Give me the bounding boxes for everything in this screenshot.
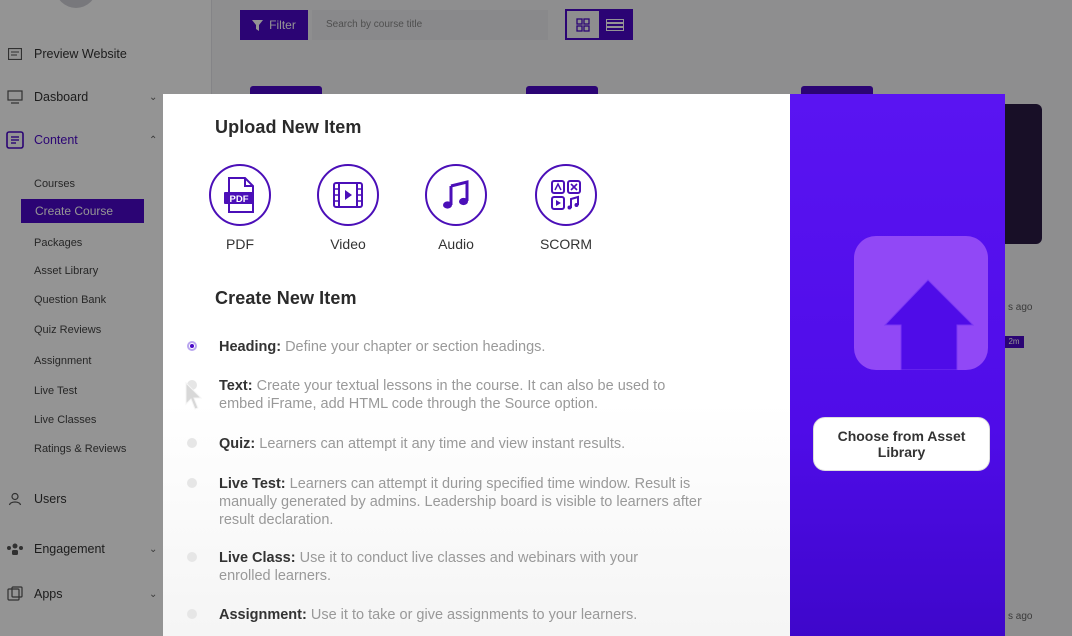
video-icon <box>333 182 363 208</box>
item-name: Assignment: <box>219 607 307 623</box>
item-description: Create your textual lessons in the cours… <box>219 378 666 412</box>
modal-options-panel: Upload New Item PDF PDF Video Audio SCOR… <box>163 94 790 636</box>
item-text: Assignment: Use it to take or give assig… <box>219 606 719 624</box>
upload-circle <box>535 164 597 226</box>
asset-library-panel: Choose from Asset Library <box>790 94 1005 636</box>
item-description: Learners can attempt it any time and vie… <box>259 436 626 452</box>
upload-scorm-button[interactable]: SCORM <box>526 164 606 252</box>
item-name: Live Test: <box>219 476 286 492</box>
upload-type-label: PDF <box>226 236 254 252</box>
item-text: Live Test: Learners can attempt it durin… <box>219 475 709 529</box>
item-name: Heading: <box>219 339 282 355</box>
upload-type-label: Audio <box>438 236 474 252</box>
upload-audio-button[interactable]: Audio <box>416 164 496 252</box>
svg-text:PDF: PDF <box>230 194 249 205</box>
item-description: Define your chapter or section headings. <box>285 339 546 355</box>
upload-pdf-button[interactable]: PDF PDF <box>200 164 280 252</box>
item-text: Live Class: Use it to conduct live class… <box>219 549 669 585</box>
upload-video-button[interactable]: Video <box>308 164 388 252</box>
create-section-title: Create New Item <box>215 288 357 308</box>
upload-circle: PDF <box>209 164 271 226</box>
scorm-icon <box>551 180 581 210</box>
mouse-cursor-icon <box>185 382 203 410</box>
item-name: Live Class: <box>219 550 296 566</box>
choose-from-asset-library-button[interactable]: Choose from Asset Library <box>813 417 990 471</box>
music-note-icon <box>443 180 469 209</box>
item-name: Quiz: <box>219 436 256 452</box>
radio-unselected[interactable] <box>187 552 197 562</box>
upload-type-label: SCORM <box>539 236 593 252</box>
upload-arrow-icon <box>854 236 988 370</box>
radio-unselected[interactable] <box>187 438 197 448</box>
upload-circle <box>317 164 379 226</box>
upload-type-label: Video <box>330 236 366 252</box>
radio-unselected[interactable] <box>187 478 197 488</box>
radio-unselected[interactable] <box>187 609 197 619</box>
item-description: Learners can attempt it during specified… <box>219 476 702 528</box>
upload-circle <box>425 164 487 226</box>
upload-section-title: Upload New Item <box>215 117 362 137</box>
item-description: Use it to take or give assignments to yo… <box>310 607 638 623</box>
item-name: Text: <box>219 378 253 394</box>
add-item-modal: Upload New Item PDF PDF Video Audio SCOR… <box>163 94 1005 636</box>
radio-selected[interactable] <box>187 341 197 351</box>
pdf-icon: PDF <box>224 177 254 213</box>
item-text: Quiz: Learners can attempt it any time a… <box>219 435 719 453</box>
item-text: Text: Create your textual lessons in the… <box>219 377 669 413</box>
item-text: Heading: Define your chapter or section … <box>219 338 719 356</box>
